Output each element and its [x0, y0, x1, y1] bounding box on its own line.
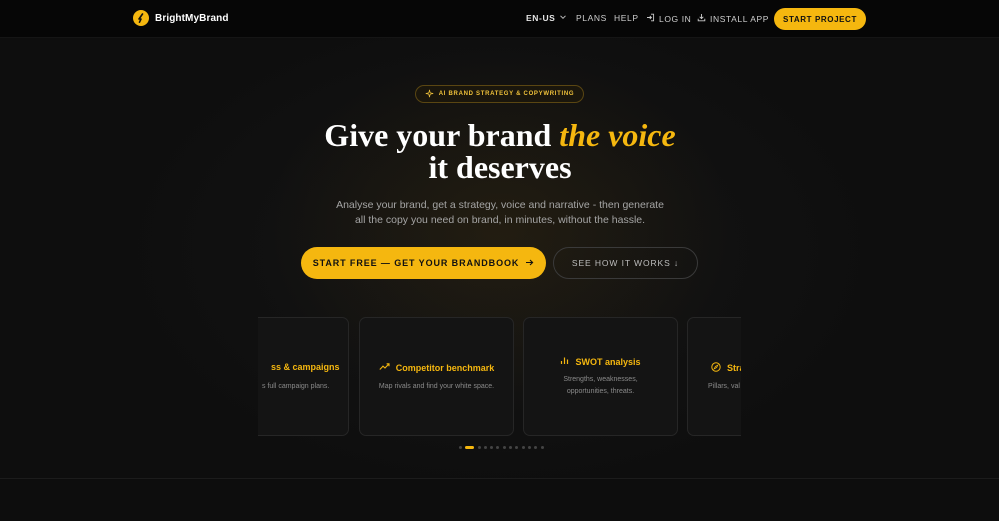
language-selector[interactable]: EN-US — [526, 13, 567, 23]
arrow-right-icon — [525, 258, 534, 269]
language-label: EN-US — [526, 13, 556, 23]
carousel-dot[interactable] — [534, 446, 538, 449]
carousel-dot[interactable] — [540, 446, 544, 449]
carousel-dot[interactable] — [459, 446, 462, 449]
nav-login-link[interactable]: LOG IN — [646, 13, 691, 24]
feature-title: Competitor benchmark — [395, 362, 495, 373]
carousel-dot[interactable] — [509, 446, 513, 449]
start-free-button[interactable]: START FREE — GET YOUR BRANDBOOK — [301, 247, 546, 279]
download-icon — [697, 13, 706, 24]
subtitle-line-1: Analyse your brand, get a strategy, voic… — [336, 199, 664, 211]
feature-description: Map rivals and find your white space. — [378, 383, 495, 390]
carousel-dot[interactable] — [465, 446, 475, 449]
badge-label: AI BRAND STRATEGY & COPYWRITING — [438, 91, 575, 97]
chevron-down-icon — [559, 13, 567, 23]
feature-title: Stra — [727, 363, 741, 373]
carousel-dot[interactable] — [515, 446, 519, 449]
headline-part-2: it deserves — [428, 149, 572, 185]
feature-carousel[interactable]: ss & campaigns s full campaign plans. Co… — [258, 317, 741, 437]
feature-title: ss & campaigns — [271, 362, 340, 372]
sparkle-icon — [425, 89, 434, 100]
headline-accent: the voice — [559, 117, 676, 153]
feature-card[interactable]: Stra Pillars, val — [687, 317, 741, 436]
start-free-label: START FREE — GET YOUR BRANDBOOK — [312, 258, 520, 268]
carousel-pagination — [459, 446, 544, 449]
carousel-dot[interactable] — [521, 446, 525, 449]
carousel-dot[interactable] — [502, 446, 506, 449]
feature-description: Strengths, weaknesses, — [563, 376, 638, 383]
feature-description: Pillars, val — [708, 383, 740, 390]
feature-description: s full campaign plans. — [262, 383, 330, 390]
nav-help-link[interactable]: HELP — [614, 13, 639, 23]
hero-badge: AI BRAND STRATEGY & COPYWRITING — [415, 85, 584, 103]
section-divider — [0, 478, 999, 479]
feature-card[interactable]: SWOT analysis Strengths, weaknesses, opp… — [523, 317, 678, 436]
feature-card[interactable]: Competitor benchmark Map rivals and find… — [359, 317, 514, 436]
bolt-icon — [133, 10, 149, 26]
carousel-dot[interactable] — [490, 446, 494, 449]
nav-install-link[interactable]: INSTALL APP — [697, 13, 769, 24]
headline-part-1: Give your brand — [324, 117, 560, 153]
brand-name: BrightMyBrand — [155, 12, 229, 24]
carousel-dot[interactable] — [477, 446, 481, 449]
hero-headline: Give your brand the voice it deserves — [250, 119, 750, 183]
feature-description: opportunities, threats. — [566, 388, 635, 395]
see-how-it-works-button[interactable]: SEE HOW IT WORKS ↓ — [553, 247, 698, 279]
carousel-dot[interactable] — [483, 446, 487, 449]
bar-chart-icon — [560, 356, 569, 367]
subtitle-line-2: all the copy you need on brand, in minut… — [354, 214, 646, 226]
start-project-button[interactable]: START PROJECT — [774, 8, 866, 30]
nav-plans-link[interactable]: PLANS — [576, 13, 607, 23]
trend-up-icon — [379, 362, 390, 373]
feature-title: SWOT analysis — [575, 356, 641, 367]
carousel-dot[interactable] — [527, 446, 531, 449]
carousel-dot[interactable] — [496, 446, 500, 449]
compass-icon — [711, 362, 721, 374]
login-label: LOG IN — [659, 13, 692, 24]
hero-subtitle: Analyse your brand, get a strategy, voic… — [300, 198, 700, 228]
top-navbar: BrightMyBrand EN-US PLANS HELP LOG IN IN… — [0, 0, 999, 38]
install-label: INSTALL APP — [710, 13, 770, 24]
brand-logo[interactable]: BrightMyBrand — [133, 10, 229, 26]
login-icon — [646, 13, 655, 24]
feature-card[interactable]: ss & campaigns s full campaign plans. — [258, 317, 349, 436]
